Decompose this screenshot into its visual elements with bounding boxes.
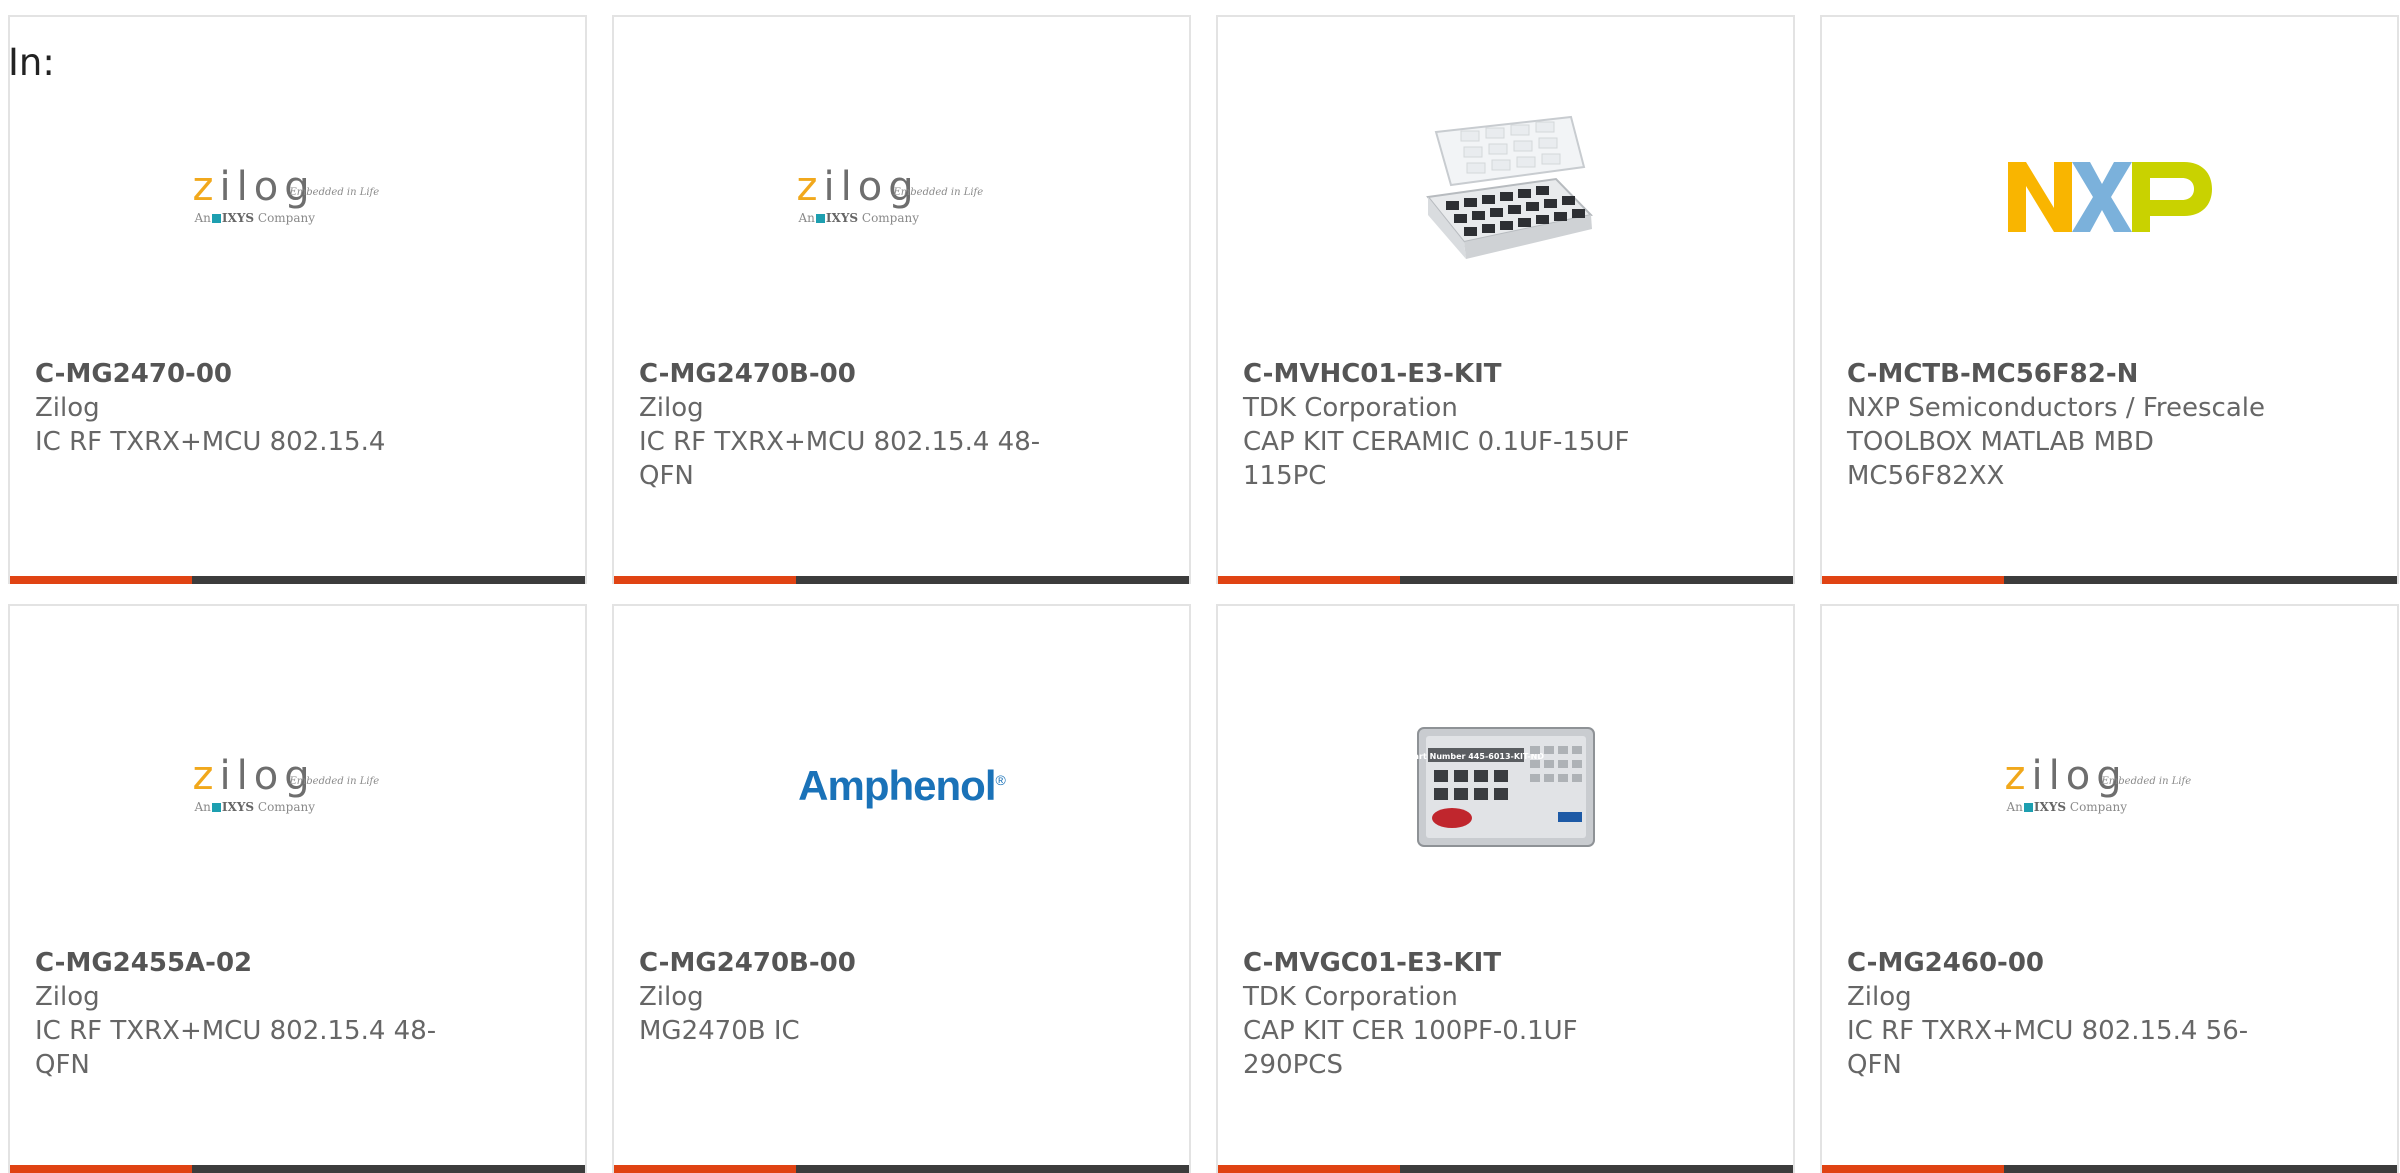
product-image[interactable]: Amphenol® <box>614 666 1189 906</box>
part-number[interactable]: C-MVGC01-E3-KIT <box>1243 946 1673 980</box>
product-card[interactable]: zilog Embedded in Life An IXYS Company C-… <box>8 15 587 584</box>
part-number[interactable]: C-MVHC01-E3-KIT <box>1243 357 1673 391</box>
part-number[interactable]: C-MCTB-MC56F82-N <box>1847 357 2277 391</box>
product-card[interactable]: Amphenol® C-MG2470B-00 Zilog MG2470B IC <box>612 604 1191 1173</box>
zilog-logo: zilog Embedded in Life An IXYS Company <box>796 164 984 225</box>
description: IC RF TXRX+MCU 802.15.4 48-QFN <box>639 427 1041 491</box>
zilog-logo: zilog Embedded in Life An IXYS Company <box>192 164 380 225</box>
manufacturer: TDK Corporation <box>1243 982 1458 1012</box>
product-image[interactable]: zilog Embedded in Life An IXYS Company <box>10 666 585 906</box>
manufacturer: Zilog <box>639 393 704 423</box>
description: CAP KIT CERAMIC 0.1UF-15UF 115PC <box>1243 427 1630 491</box>
product-grid: zilog Embedded in Life An IXYS Company C-… <box>8 15 2399 1173</box>
part-number[interactable]: C-MG2470-00 <box>35 357 465 391</box>
card-accent-bar <box>10 1165 585 1173</box>
svg-text:Part Number 445-6013-KIT-ND: Part Number 445-6013-KIT-ND <box>1408 752 1544 761</box>
description: IC RF TXRX+MCU 802.15.4 48-QFN <box>35 1016 437 1080</box>
card-accent-bar <box>1822 1165 2397 1173</box>
zilog-logo: zilog Embedded in Life An IXYS Company <box>2004 753 2192 814</box>
description: MG2470B IC <box>639 1016 800 1046</box>
capacitor-kit-open-case-image <box>1425 115 1593 259</box>
product-image[interactable]: Part Number 445-6013-KIT-ND <box>1218 666 1793 906</box>
part-number[interactable]: C-MG2455A-02 <box>35 946 465 980</box>
product-image[interactable] <box>1822 77 2397 317</box>
part-number[interactable]: C-MG2470B-00 <box>639 946 1069 980</box>
card-accent-bar <box>1822 576 2397 584</box>
description: CAP KIT CER 100PF-0.1UF 290PCS <box>1243 1016 1578 1080</box>
description: IC RF TXRX+MCU 802.15.4 56-QFN <box>1847 1016 2249 1080</box>
amphenol-logo: Amphenol® <box>798 762 1006 809</box>
product-image[interactable]: zilog Embedded in Life An IXYS Company <box>1822 666 2397 906</box>
product-image[interactable]: zilog Embedded in Life An IXYS Company <box>10 77 585 317</box>
manufacturer: Zilog <box>35 982 100 1012</box>
description: TOOLBOX MATLAB MBD MC56F82XX <box>1847 427 2154 491</box>
search-filter-label: In: <box>8 41 55 84</box>
product-card[interactable]: Part Number 445-6013-KIT-ND C-MVGC01-E3-… <box>1216 604 1795 1173</box>
card-accent-bar <box>1218 1165 1793 1173</box>
product-card[interactable]: C-MCTB-MC56F82-N NXP Semiconductors / Fr… <box>1820 15 2399 584</box>
manufacturer: Zilog <box>1847 982 1912 1012</box>
card-accent-bar <box>1218 576 1793 584</box>
part-number[interactable]: C-MG2460-00 <box>1847 946 2277 980</box>
capacitor-kit-closed-case-image: Part Number 445-6013-KIT-ND <box>1408 727 1595 847</box>
product-card[interactable]: zilog Embedded in Life An IXYS Company C-… <box>1820 604 2399 1173</box>
manufacturer: Zilog <box>35 393 100 423</box>
product-card[interactable]: zilog Embedded in Life An IXYS Company C-… <box>612 15 1191 584</box>
manufacturer: Zilog <box>639 982 704 1012</box>
product-image[interactable]: zilog Embedded in Life An IXYS Company <box>614 77 1189 317</box>
card-accent-bar <box>614 1165 1189 1173</box>
manufacturer: NXP Semiconductors / Freescale <box>1847 393 2266 423</box>
card-accent-bar <box>10 576 585 584</box>
zilog-logo: zilog Embedded in Life An IXYS Company <box>192 753 380 814</box>
product-card[interactable]: C-MVHC01-E3-KIT TDK Corporation CAP KIT … <box>1216 15 1795 584</box>
description: IC RF TXRX+MCU 802.15.4 <box>35 427 386 457</box>
manufacturer: TDK Corporation <box>1243 393 1458 423</box>
product-image[interactable] <box>1218 77 1793 317</box>
card-accent-bar <box>614 576 1189 584</box>
part-number[interactable]: C-MG2470B-00 <box>639 357 1069 391</box>
nxp-logo <box>2007 162 2212 232</box>
product-card[interactable]: zilog Embedded in Life An IXYS Company C-… <box>8 604 587 1173</box>
